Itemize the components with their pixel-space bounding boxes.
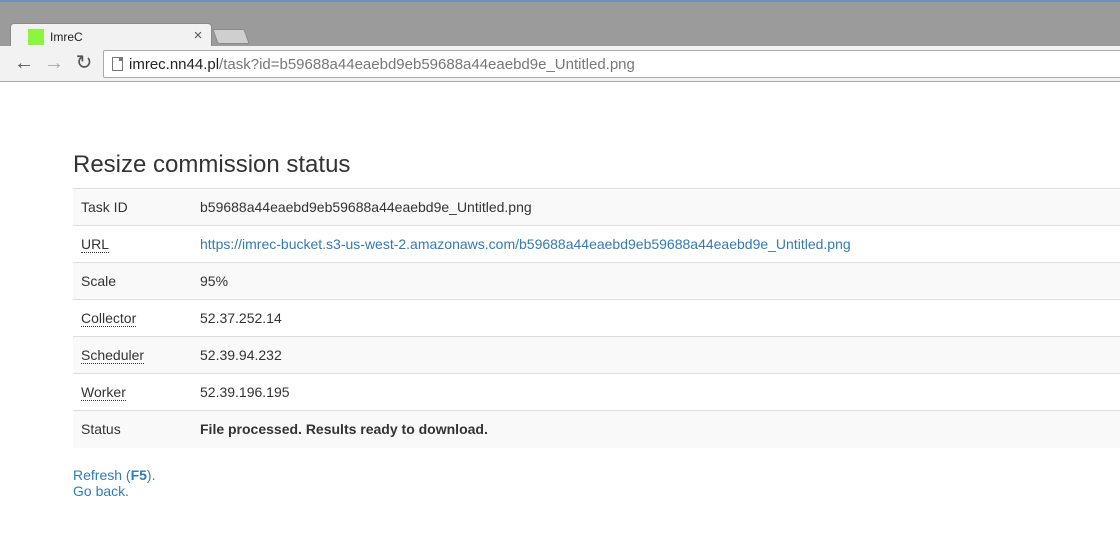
table-row: Scheduler 52.39.94.232 — [73, 336, 1120, 374]
row-label-worker[interactable]: Worker — [81, 384, 126, 401]
address-bar[interactable]: imrec.nn44.pl/task?id=b59688a44eaebd9eb5… — [103, 50, 1120, 78]
row-value-collector: 52.37.252.14 — [200, 310, 282, 326]
refresh-prefix: Refresh ( — [73, 467, 131, 483]
row-label-task-id: Task ID — [81, 199, 128, 215]
row-label-scale: Scale — [81, 273, 117, 289]
refresh-link[interactable]: Refresh (F5). — [73, 467, 155, 483]
row-value-task-id: b59688a44eaebd9eb59688a44eaebd9e_Untitle… — [200, 199, 532, 215]
table-row: Collector 52.37.252.14 — [73, 299, 1120, 337]
row-label-status: Status — [81, 421, 121, 438]
row-label-scheduler[interactable]: Scheduler — [81, 347, 145, 364]
row-label-url-cell: URL — [73, 226, 192, 263]
page-icon — [112, 57, 123, 71]
table-row: Worker 52.39.196.195 — [73, 373, 1120, 411]
table-row: Task ID b59688a44eaebd9eb59688a44eaebd9e… — [73, 188, 1120, 226]
url-path: /task?id=b59688a44eaebd9eb59688a44eaebd9… — [219, 56, 635, 73]
row-label-collector-cell: Collector — [73, 300, 192, 337]
result-url-link[interactable]: https://imrec-bucket.s3-us-west-2.amazon… — [200, 236, 851, 252]
favicon-icon — [28, 29, 44, 45]
back-arrow-icon[interactable]: ← — [12, 52, 36, 76]
page-title: Resize commission status — [73, 151, 351, 178]
reload-icon[interactable]: ↻ — [72, 52, 96, 76]
browser-tab-strip: ImreC × — [0, 0, 1120, 49]
forward-arrow-icon[interactable]: → — [42, 52, 66, 76]
row-label-collector[interactable]: Collector — [81, 310, 137, 327]
table-row: Scale 95% — [73, 262, 1120, 300]
row-label-scheduler-cell: Scheduler — [73, 337, 192, 374]
table-row: URL https://imrec-bucket.s3-us-west-2.am… — [73, 225, 1120, 263]
refresh-suffix: ). — [146, 467, 156, 483]
row-value-scheduler: 52.39.94.232 — [200, 347, 282, 363]
status-table: Task ID b59688a44eaebd9eb59688a44eaebd9e… — [73, 188, 1120, 448]
row-value-scale: 95% — [200, 273, 229, 289]
row-label-worker-cell: Worker — [73, 374, 192, 411]
go-back-link[interactable]: Go back. — [73, 483, 155, 499]
tab-title: ImreC — [50, 30, 83, 44]
browser-toolbar: ← → ↻ imrec.nn44.pl/task?id=b59688a44eae… — [0, 46, 1120, 82]
url-host: imrec.nn44.pl — [129, 56, 220, 73]
refresh-key: F5 — [130, 467, 147, 483]
row-label-url[interactable]: URL — [81, 236, 110, 253]
close-tab-icon[interactable]: × — [191, 27, 205, 45]
new-tab-button[interactable] — [212, 29, 250, 44]
row-value-url-cell: https://imrec-bucket.s3-us-west-2.amazon… — [192, 226, 1120, 263]
table-row: Status File processed. Results ready to … — [73, 410, 1120, 448]
row-value-status: File processed. Results ready to downloa… — [200, 421, 488, 438]
address-url[interactable]: imrec.nn44.pl/task?id=b59688a44eaebd9eb5… — [129, 56, 635, 74]
row-value-worker: 52.39.196.195 — [200, 384, 290, 400]
footer-links: Refresh (F5). Go back. — [73, 467, 155, 499]
